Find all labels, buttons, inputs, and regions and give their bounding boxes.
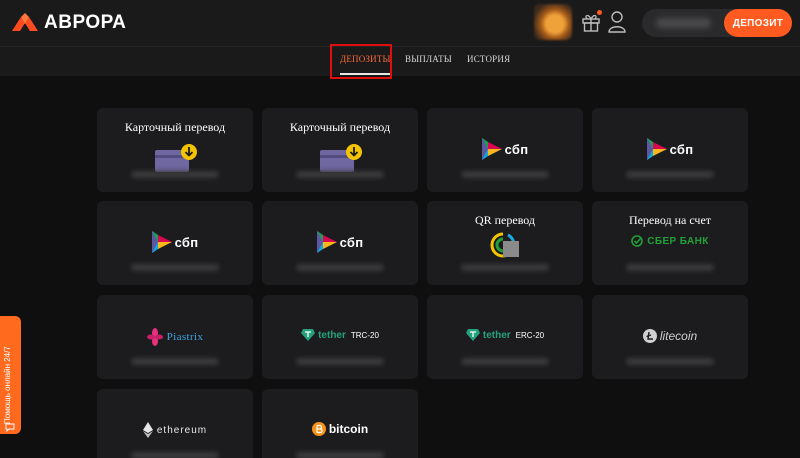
- tab-history[interactable]: ИСТОРИЯ: [467, 54, 510, 64]
- piastrix-icon: [146, 328, 163, 346]
- sbp-icon: [481, 138, 502, 160]
- method-card-bitcoin[interactable]: bitcoin: [262, 389, 418, 458]
- sbp-icon: [151, 231, 172, 253]
- ethereum-icon: [142, 422, 153, 438]
- tether-network-label: ERC-20: [515, 330, 545, 340]
- method-limit-hidden: [461, 171, 549, 178]
- litecoin-icon: [642, 329, 657, 343]
- method-title: Карточный перевод: [289, 120, 391, 134]
- method-limit-hidden: [131, 171, 219, 178]
- method-card-qr-transfer[interactable]: QR перевод: [427, 201, 583, 285]
- piastrix-logo-text: Piastrix: [166, 331, 204, 343]
- tether-icon: [301, 329, 316, 341]
- help-online-label: Помощь онлайн 24/7: [3, 346, 12, 424]
- sbp-logo: сбп: [481, 138, 529, 160]
- method-card-litecoin[interactable]: litecoin: [592, 295, 748, 379]
- card-download-icon: [155, 144, 197, 172]
- sbp-logo-text: сбп: [174, 234, 199, 250]
- method-limit-hidden: [296, 358, 384, 365]
- bitcoin-icon: [311, 422, 326, 436]
- sbp-logo: сбп: [646, 138, 694, 160]
- tether-logo-text: tether: [318, 329, 346, 341]
- method-limit-hidden: [296, 264, 384, 271]
- tab-payouts[interactable]: ВЫПЛАТЫ: [405, 54, 452, 64]
- help-online-tab[interactable]: Помощь онлайн 24/7: [0, 316, 21, 434]
- litecoin-logo-text: litecoin: [659, 329, 698, 343]
- tab-deposits[interactable]: ДЕПОЗИТЫ: [340, 54, 391, 75]
- method-limit-hidden: [131, 452, 219, 458]
- sbp-icon: [316, 231, 337, 253]
- cashier-tabs: ДЕПОЗИТЫ ВЫПЛАТЫ ИСТОРИЯ: [0, 46, 800, 76]
- tether-network-label: TRC-20: [350, 330, 379, 340]
- method-title: Карточный перевод: [124, 120, 226, 134]
- method-limit-hidden: [461, 264, 549, 271]
- ethereum-logo-text: ethereum: [156, 424, 208, 436]
- tether-logo-text: tether: [482, 329, 511, 341]
- balance-pill[interactable]: ДЕПОЗИТ: [642, 9, 792, 37]
- method-limit-hidden: [131, 358, 219, 365]
- method-card-ethereum[interactable]: ethereum: [97, 389, 253, 458]
- method-card-sbp-4[interactable]: сбп: [262, 201, 418, 285]
- card-download-icon: [320, 144, 362, 172]
- method-card-tether-trc20[interactable]: tether TRC-20: [262, 295, 418, 379]
- method-card-sbp-2[interactable]: сбп: [592, 108, 748, 192]
- brand-name: АВРОРА: [44, 12, 127, 33]
- method-limit-hidden: [626, 358, 714, 365]
- method-card-sbp-1[interactable]: сбп: [427, 108, 583, 192]
- method-limit-hidden: [461, 358, 549, 365]
- method-card-sbp-3[interactable]: сбп: [97, 201, 253, 285]
- method-card-tether-erc20[interactable]: tether ERC-20: [427, 295, 583, 379]
- brand-logo[interactable]: АВРОРА: [12, 12, 126, 34]
- method-card-card-transfer-2[interactable]: Карточный перевод: [262, 108, 418, 192]
- promo-thumbnail[interactable]: [534, 4, 572, 40]
- sbp-logo: сбп: [151, 231, 199, 253]
- method-limit-hidden: [131, 264, 219, 271]
- user-profile-icon[interactable]: [607, 10, 627, 34]
- sbp-logo-text: сбп: [669, 141, 694, 157]
- sbp-logo: сбп: [316, 231, 364, 253]
- deposit-button[interactable]: ДЕПОЗИТ: [724, 9, 792, 37]
- chat-icon: [5, 423, 15, 432]
- balance-amount-hidden: [656, 18, 711, 28]
- method-card-card-transfer-1[interactable]: Карточный перевод: [97, 108, 253, 192]
- method-card-bank-transfer[interactable]: Перевод на счет СБЕР БАНК: [592, 201, 748, 285]
- method-card-piastrix[interactable]: Piastrix: [97, 295, 253, 379]
- method-title: QR перевод: [474, 213, 536, 227]
- aurora-logo-icon: [12, 13, 38, 31]
- method-limit-hidden: [626, 264, 714, 271]
- sbp-logo-text: сбп: [504, 141, 529, 157]
- method-limit-hidden: [626, 171, 714, 178]
- bitcoin-logo-text: bitcoin: [328, 422, 369, 436]
- sber-icon: [631, 235, 644, 247]
- sber-logo-text: СБЕР БАНК: [647, 235, 709, 247]
- method-limit-hidden: [296, 171, 384, 178]
- method-title: Перевод на счет: [628, 213, 712, 227]
- qr-logo-icon: [490, 232, 519, 258]
- notification-dot: [597, 10, 602, 15]
- method-limit-hidden: [296, 452, 384, 458]
- top-header: АВРОРА ДЕПОЗИТ: [0, 0, 800, 46]
- sbp-logo-text: сбп: [339, 234, 364, 250]
- tether-icon: [465, 329, 480, 341]
- sbp-icon: [646, 138, 667, 160]
